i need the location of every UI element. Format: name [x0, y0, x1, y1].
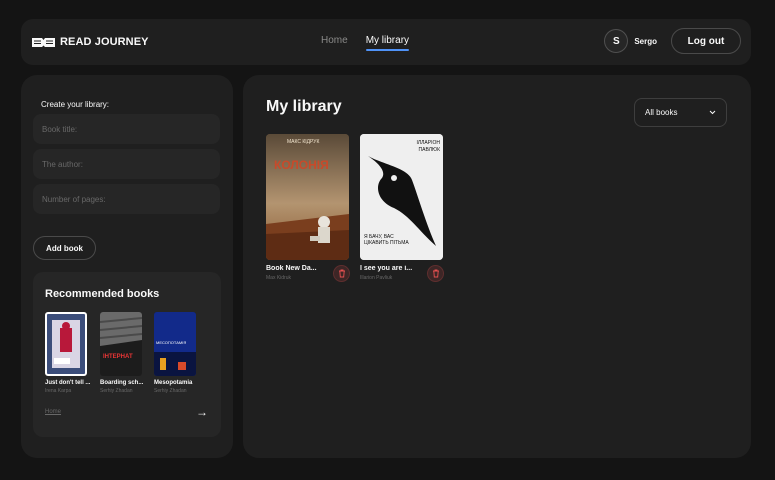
trash-icon	[338, 269, 345, 278]
cover-author: ІЛЛАРІОН ПАВЛЮК	[416, 140, 440, 153]
delete-book-button[interactable]	[427, 265, 444, 282]
recommended-book[interactable]: ІНТЕРНАТ Boarding sch... Serhiy Zhadan	[100, 312, 146, 394]
trash-icon	[432, 269, 439, 278]
book-author: Illarion Pavliuk	[360, 275, 393, 281]
book-cover[interactable]: МЕСОПОТАМІЯ	[154, 312, 196, 376]
recommended-book-author: Serhiy Zhadan	[154, 388, 187, 394]
recommended-book[interactable]: Just don't tell ... Irena Karpa	[45, 312, 91, 394]
delete-book-button[interactable]	[333, 265, 350, 282]
cover-title: КОЛОНІЯ	[274, 158, 329, 172]
logo-book-icon	[32, 37, 55, 47]
recommended-title: Recommended books	[45, 288, 160, 300]
logo[interactable]: READ JOURNEY	[31, 36, 149, 48]
cover-title: Я БАЧУ, ВАС ЦІКАВИТЬ ПІТЬМА	[364, 234, 409, 246]
cover-art-kolonia	[266, 134, 349, 260]
home-link[interactable]: Home	[45, 409, 61, 415]
nav-home[interactable]: Home	[321, 35, 348, 51]
user-bar: S Sergo Log out	[604, 28, 741, 54]
book-info: I see you are i... Illarion Pavliuk	[360, 265, 444, 282]
main-nav: Home My library	[321, 35, 410, 51]
book-info: Book New Da... Max Kidruk	[266, 265, 350, 282]
cover-author: МАКС КІДРУК	[287, 139, 320, 145]
main-library: My library All books МАКС КІДРУК КОЛОНІЯ…	[243, 75, 751, 458]
recommended-book-title: Mesopotamia	[154, 380, 193, 386]
recommended-book-title: Just don't tell ...	[45, 380, 91, 386]
filter-title: Create your library:	[41, 100, 110, 109]
book-cover[interactable]	[45, 312, 87, 376]
book-author: Max Kidruk	[266, 275, 292, 281]
page-title: My library	[266, 98, 342, 115]
chevron-down-icon	[709, 110, 716, 115]
select-value: All books	[645, 108, 678, 117]
book-title: Book New Da...	[266, 265, 317, 272]
cover-art-internat	[100, 312, 142, 376]
status-filter-select[interactable]: All books	[634, 98, 727, 127]
avatar: S	[604, 29, 629, 53]
author-field[interactable]: The author:	[33, 149, 220, 179]
nav-my-library[interactable]: My library	[365, 35, 410, 51]
recommended-book-author: Irena Karpa	[45, 388, 72, 394]
library-book[interactable]: МАКС КІДРУК КОЛОНІЯ Book New Da... Max K…	[266, 134, 350, 282]
recommended-books: Recommended books Just don't tell ... Ir…	[33, 272, 221, 437]
sidebar: Create your library: Book title: The aut…	[21, 75, 233, 458]
logo-text: READ JOURNEY	[60, 36, 149, 48]
book-cover[interactable]: ІЛЛАРІОН ПАВЛЮК Я БАЧУ, ВАС ЦІКАВИТЬ ПІТ…	[360, 134, 443, 260]
book-meta: I see you are i... Illarion Pavliuk	[360, 265, 420, 281]
book-title-field[interactable]: Book title:	[33, 114, 220, 144]
cover-art-karpa	[47, 314, 85, 374]
recommended-book-title: Boarding sch...	[100, 380, 144, 386]
user-name: Sergo	[634, 36, 657, 46]
recommended-book[interactable]: МЕСОПОТАМІЯ Mesopotamia Serhiy Zhadan	[154, 312, 200, 394]
book-meta: Book New Da... Max Kidruk	[266, 265, 326, 281]
book-cover[interactable]: ІНТЕРНАТ	[100, 312, 142, 376]
add-book-button[interactable]: Add book	[33, 236, 96, 260]
pages-field[interactable]: Number of pages:	[33, 184, 220, 214]
book-cover[interactable]: МАКС КІДРУК КОЛОНІЯ	[266, 134, 349, 260]
library-book[interactable]: ІЛЛАРІОН ПАВЛЮК Я БАЧУ, ВАС ЦІКАВИТЬ ПІТ…	[360, 134, 444, 282]
book-title: I see you are i...	[360, 265, 413, 272]
logout-button[interactable]: Log out	[671, 28, 741, 54]
arrow-right-icon[interactable]: →	[196, 405, 208, 419]
cover-text: ІНТЕРНАТ	[103, 354, 133, 360]
header: READ JOURNEY Home My library S Sergo Log…	[21, 19, 751, 65]
cover-text: МЕСОПОТАМІЯ	[156, 340, 187, 345]
recommended-book-author: Serhiy Zhadan	[100, 388, 133, 394]
